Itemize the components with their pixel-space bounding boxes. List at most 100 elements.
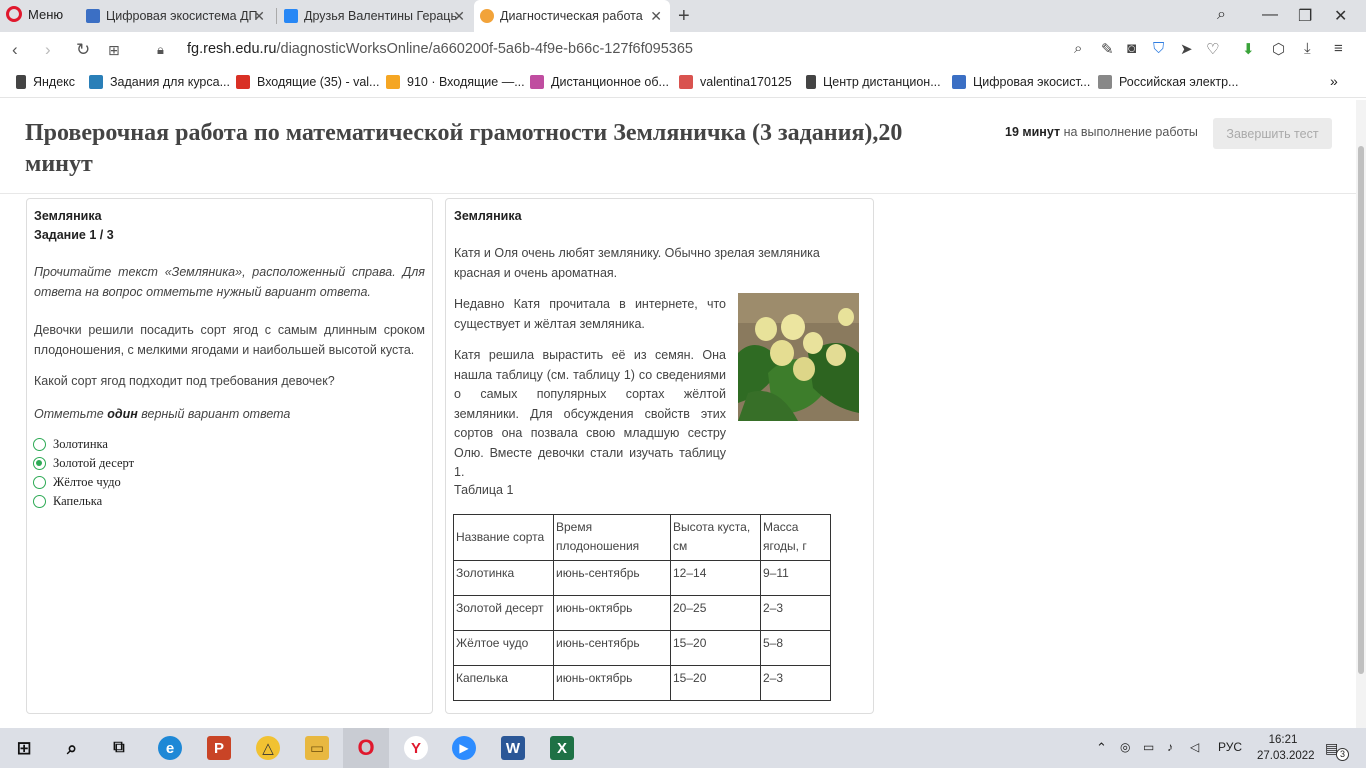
option-label: Золотой десерт [53,456,135,470]
vpn-shield-icon[interactable]: ⛉ [1153,40,1164,57]
bookmark-course-tasks[interactable]: Задания для курса... [89,75,230,89]
tab-diagnostic-work[interactable]: Диагностическая работа ✕ [474,0,670,32]
task-view-icon[interactable]: ⧉ [107,736,131,760]
close-window-icon[interactable]: ✕ [1334,6,1347,26]
file-explorer-icon[interactable]: ▭ [305,736,329,760]
timer-value: 19 минут [1005,125,1061,139]
tab-vk-friends[interactable]: Друзья Валентины Гераць ✕ [278,0,473,32]
answer-option[interactable]: Золотой десерт [33,456,134,471]
scroll-thumb[interactable] [1358,146,1364,674]
notifications-count: 3 [1336,748,1349,761]
radio-button[interactable] [33,476,46,489]
close-tab-icon[interactable]: ✕ [650,8,662,25]
table-cell: июнь-октябрь [553,665,671,701]
table-header-row: Название сорта Время плодоношения Высота… [453,514,831,561]
edit-icon[interactable]: ✎ [1101,40,1114,58]
text-title: Земляника [454,209,522,223]
answer-option[interactable]: Жёлтое чудо [33,475,121,490]
edge-icon[interactable]: e [158,736,182,760]
new-tab-icon[interactable]: + [678,5,690,28]
radio-button[interactable] [33,438,46,451]
heart-icon[interactable]: ♡ [1206,40,1219,58]
speed-dial-icon[interactable]: ⊞ [108,42,120,59]
task-card: Земляника Задание 1 / 3 Прочитайте текст… [26,198,433,714]
table-cell: июнь-сентябрь [553,630,671,666]
table-cell: 2–3 [760,595,831,631]
extension-download-icon[interactable]: ⬇ [1242,40,1255,58]
more-bookmarks-icon[interactable]: » [1330,73,1338,89]
table-cell: Золотой десерт [453,595,554,631]
box-icon[interactable]: ⬡ [1272,40,1285,58]
table-cell: 20–25 [670,595,761,631]
tray-chevron-up-icon[interactable]: ⌃ [1096,740,1107,756]
task-instruction: Прочитайте текст «Земляника», расположен… [34,265,425,299]
tab-search-icon[interactable]: ⌕ [1217,6,1226,24]
word-icon[interactable]: W [501,736,525,760]
bookmark-icon [530,75,544,89]
finish-test-button[interactable]: Завершить тест [1213,118,1332,149]
answer-option[interactable]: Золотинка [33,437,108,452]
bookmark-mail-inbox[interactable]: 910 · Входящие —... [386,75,525,89]
bookmark-russian-electronic[interactable]: Российская электр... [1098,75,1238,89]
forward-icon[interactable]: › [45,40,51,60]
task-counter: Задание 1 / 3 [34,228,114,242]
table-cell: 12–14 [670,560,761,596]
volume-icon[interactable]: ◁ [1190,740,1199,754]
table-cell: июнь-октябрь [553,595,671,631]
yellow-strawberry-photo [738,293,859,421]
vk-icon [284,9,298,23]
opera-icon[interactable]: O [354,735,378,760]
search-icon[interactable]: ⌕ [60,736,84,760]
bookmark-digital-ecosystem[interactable]: Цифровая экосист... [952,75,1090,89]
address-bar: ‹ › ↻ ⊞ 🔒︎ fg.resh.edu.ru/diagnosticWork… [0,32,1366,68]
tab-title: Диагностическая работа [500,9,643,23]
page-title: Проверочная работа по математической гра… [25,120,903,177]
downloads-icon[interactable]: ⤓ [1304,40,1311,57]
clock[interactable]: 16:21 27.03.2022 [1257,732,1315,764]
app-triangle-icon[interactable]: △ [256,736,280,760]
language-indicator[interactable]: РУС [1218,740,1242,754]
answer-option[interactable]: Капелька [33,494,102,509]
browser-menu-button[interactable]: Меню [6,6,63,22]
text-paragraph-1: Катя и Оля очень любят землянику. Обычно… [454,246,820,280]
bookmark-distance-center[interactable]: Центр дистанцион... [806,75,941,89]
tray-app-icon[interactable]: ◎ [1120,740,1130,754]
radio-button-checked[interactable] [33,457,46,470]
yandex-browser-icon[interactable]: Y [404,736,428,760]
windows-start-icon[interactable]: ⊞ [12,736,36,760]
close-tab-icon[interactable]: ✕ [453,8,465,25]
option-label: Капелька [53,494,103,508]
table-header-cell: Время плодоношения [553,514,671,561]
minimize-icon[interactable]: — [1262,6,1278,24]
page-header: Проверочная работа по математической гра… [0,100,1356,194]
table-header-cell: Название сорта [453,514,554,561]
camera-icon[interactable]: ◙ [1127,40,1136,57]
zoom-icon[interactable]: ▶ [452,736,476,760]
bookmark-yandex[interactable]: Яндекс [16,75,75,89]
table-cell: июнь-сентябрь [553,560,671,596]
close-tab-icon[interactable]: ✕ [253,8,265,25]
timer-suffix: на выполнение работы [1060,125,1198,139]
search-icon[interactable]: ⌕ [1074,40,1082,57]
speaker-icon[interactable]: ♪ [1167,740,1173,754]
radio-button[interactable] [33,495,46,508]
bookmark-distance-learning[interactable]: Дистанционное об... [530,75,669,89]
bookmark-gmail-inbox[interactable]: Входящие (35) - val... [236,75,379,89]
table-cell: 2–3 [760,665,831,701]
settings-icon[interactable]: ≡ [1334,40,1343,57]
restore-icon[interactable]: ❐ [1298,6,1312,26]
bookmark-page-icon [16,75,26,89]
bookmark-valentina[interactable]: valentina170125 [679,75,792,89]
tab-ecosystem[interactable]: Цифровая экосистема ДП ✕ [80,0,273,32]
table-cell: 15–20 [670,665,761,701]
powerpoint-icon[interactable]: P [207,736,231,760]
network-icon[interactable]: ▭ [1143,740,1154,754]
reload-icon[interactable]: ↻ [76,40,90,60]
excel-icon[interactable]: X [550,736,574,760]
send-icon[interactable]: ➤ [1180,40,1193,58]
back-icon[interactable]: ‹ [12,40,18,60]
tab-title: Друзья Валентины Гераць [304,9,457,23]
bookmark-page-icon [806,75,816,89]
page-scrollbar[interactable] [1356,100,1366,728]
url-field[interactable]: fg.resh.edu.ru/diagnosticWorksOnline/a66… [187,41,693,57]
